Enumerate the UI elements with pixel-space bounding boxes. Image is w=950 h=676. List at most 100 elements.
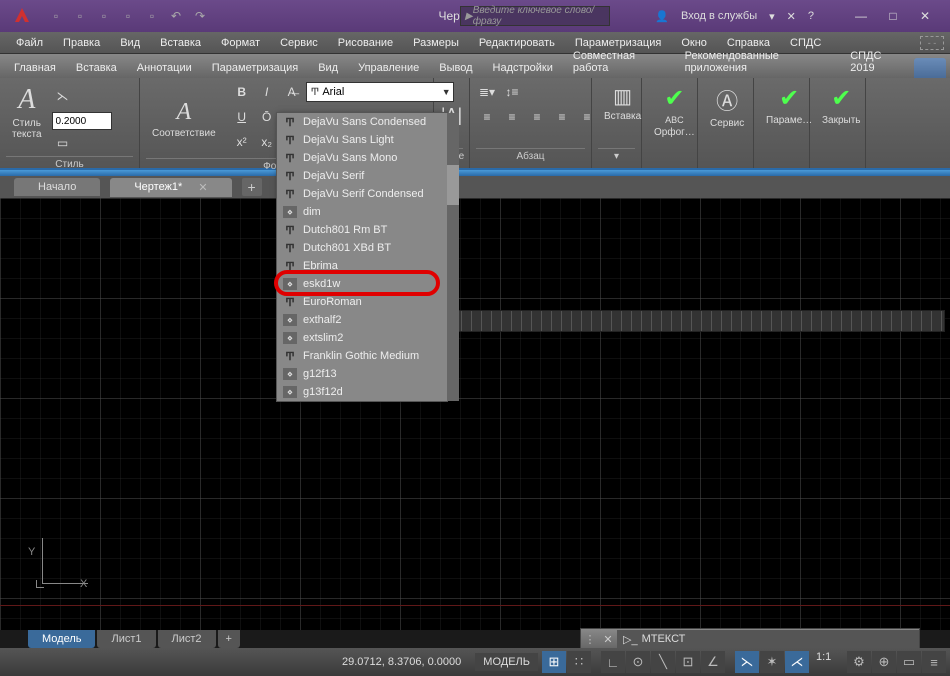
- menu-edit[interactable]: Правка: [53, 35, 110, 51]
- align-left-button[interactable]: ≡: [476, 107, 498, 127]
- cloud-icon[interactable]: ▾: [769, 10, 775, 23]
- font-option[interactable]: ͲDejaVu Serif: [277, 167, 447, 185]
- sb-gear-button[interactable]: ⚙: [847, 651, 871, 673]
- font-option[interactable]: ⋄dim: [277, 203, 447, 221]
- tab-param[interactable]: Параметризация: [202, 58, 308, 78]
- qat-open-icon[interactable]: ▫: [72, 8, 88, 24]
- font-option[interactable]: ͲEbrima: [277, 257, 447, 275]
- underline-button[interactable]: U: [231, 107, 253, 127]
- cmd-close-icon[interactable]: ✕: [599, 633, 617, 646]
- font-option[interactable]: ⋄g12f13: [277, 365, 447, 383]
- qat-print-icon[interactable]: ▫: [144, 8, 160, 24]
- font-option[interactable]: ⋄eskd1w: [277, 275, 447, 293]
- tab-model[interactable]: Модель: [28, 630, 95, 648]
- tab-view[interactable]: Вид: [308, 58, 348, 78]
- sb-custom-button[interactable]: ≡: [922, 651, 946, 673]
- scale-readout[interactable]: 1:1: [810, 651, 837, 673]
- close-editor-button[interactable]: ✔Закрыть: [816, 82, 867, 128]
- sb-iso-button[interactable]: ╲: [651, 651, 675, 673]
- font-option[interactable]: ͲEuroRoman: [277, 293, 447, 311]
- sb-annot-button[interactable]: ⋋: [735, 651, 759, 673]
- tab-addins[interactable]: Надстройки: [483, 58, 563, 78]
- app-logo[interactable]: [4, 0, 40, 32]
- status-model-button[interactable]: МОДЕЛЬ: [475, 653, 538, 671]
- bullets-button[interactable]: ≣▾: [476, 82, 498, 102]
- sb-osnap-button[interactable]: ⊡: [676, 651, 700, 673]
- tab-sheet2[interactable]: Лист2: [158, 630, 216, 648]
- doctab-add-button[interactable]: +: [242, 178, 262, 196]
- sb-ortho-button[interactable]: ∟: [601, 651, 625, 673]
- italic-button[interactable]: I: [256, 82, 278, 102]
- font-option[interactable]: ͲFranklin Gothic Medium: [277, 347, 447, 365]
- sb-polar-button[interactable]: ⊙: [626, 651, 650, 673]
- tab-output[interactable]: Вывод: [429, 58, 482, 78]
- qat-saveas-icon[interactable]: ▫: [120, 8, 136, 24]
- help-icon[interactable]: ?: [808, 10, 814, 22]
- login-link[interactable]: Вход в службы: [681, 10, 757, 22]
- drawing-canvas[interactable]: YX: [0, 198, 950, 630]
- annot-scale-icon[interactable]: ⋋: [52, 86, 74, 106]
- menu-service[interactable]: Сервис: [270, 35, 328, 51]
- sub-button[interactable]: x₂: [256, 132, 278, 152]
- mask-icon[interactable]: ▭: [52, 133, 74, 153]
- tab-add-sheet[interactable]: +: [218, 630, 240, 648]
- font-option[interactable]: ͲDejaVu Serif Condensed: [277, 185, 447, 203]
- doctab-start[interactable]: Начало: [14, 178, 100, 196]
- align-center-button[interactable]: ≡: [501, 107, 523, 127]
- sup-button[interactable]: x²: [231, 132, 253, 152]
- font-option[interactable]: ⋄extslim2: [277, 329, 447, 347]
- tab-insert[interactable]: Вставка: [66, 58, 127, 78]
- minimize-button[interactable]: —: [846, 5, 876, 27]
- match-button[interactable]: A Соответствие: [146, 97, 222, 141]
- sb-max-button[interactable]: ⊕: [872, 651, 896, 673]
- font-option[interactable]: ͲDejaVu Sans Condensed: [277, 113, 447, 131]
- text-height-input[interactable]: [52, 112, 112, 130]
- sb-scale-button[interactable]: ✶: [760, 651, 784, 673]
- tab-featured[interactable]: Рекомендованные приложения: [675, 46, 841, 78]
- doctab-drawing[interactable]: Чертеж1*✕: [110, 178, 231, 197]
- service-button[interactable]: ⒶСервис: [704, 82, 750, 131]
- sb-track-button[interactable]: ∠: [701, 651, 725, 673]
- font-select[interactable]: Ͳ Arial ▼: [306, 82, 454, 102]
- grip-icon[interactable]: ⋮: [581, 633, 599, 646]
- text-ruler[interactable]: [440, 310, 945, 332]
- tab-manage[interactable]: Управление: [348, 58, 429, 78]
- menu-dashbox[interactable]: - -: [920, 36, 944, 50]
- font-option[interactable]: ͲDejaVu Sans Mono: [277, 149, 447, 167]
- tab-annot[interactable]: Аннотации: [127, 58, 202, 78]
- search-input[interactable]: ▶ Введите ключевое слово/фразу: [460, 6, 610, 26]
- menu-insert[interactable]: Вставка: [150, 35, 211, 51]
- close-icon[interactable]: ✕: [198, 181, 207, 194]
- align-right-button[interactable]: ≡: [526, 107, 548, 127]
- align-just-button[interactable]: ≡: [551, 107, 573, 127]
- tab-spds[interactable]: СПДС 2019: [840, 46, 914, 78]
- tab-context-active[interactable]: [914, 58, 946, 78]
- qat-save-icon[interactable]: ▫: [96, 8, 112, 24]
- text-style-button[interactable]: A Стильтекста: [6, 82, 48, 142]
- menu-format[interactable]: Формат: [211, 35, 270, 51]
- sb-lock-button[interactable]: ▭: [897, 651, 921, 673]
- menu-draw[interactable]: Рисование: [328, 35, 403, 51]
- overline-button[interactable]: Ō: [256, 107, 278, 127]
- sb-snap-button[interactable]: ∷: [567, 651, 591, 673]
- spellcheck-button[interactable]: ✔ABCОрфог…: [648, 82, 701, 140]
- insert-button[interactable]: ▥Вставка: [598, 82, 647, 124]
- scrollbar-thumb[interactable]: [447, 165, 459, 205]
- menu-dims[interactable]: Размеры: [403, 35, 469, 51]
- account-icon[interactable]: 👤: [655, 10, 669, 23]
- font-option[interactable]: ͲDutch801 Rm BT: [277, 221, 447, 239]
- tab-collab[interactable]: Совместная работа: [563, 46, 675, 78]
- bold-button[interactable]: B: [231, 82, 253, 102]
- font-option[interactable]: ⋄g13f12d: [277, 383, 447, 401]
- exchange-icon[interactable]: ✕: [787, 10, 796, 23]
- qat-new-icon[interactable]: ▫: [48, 8, 64, 24]
- menu-file[interactable]: Файл: [6, 35, 53, 51]
- font-option[interactable]: ͲDejaVu Sans Light: [277, 131, 447, 149]
- close-button[interactable]: ✕: [910, 5, 940, 27]
- sb-grid-button[interactable]: ⊞: [542, 651, 566, 673]
- qat-redo-icon[interactable]: ↷: [192, 8, 208, 24]
- strike-button[interactable]: A̶: [281, 82, 303, 102]
- tab-home[interactable]: Главная: [4, 58, 66, 78]
- menu-modify[interactable]: Редактировать: [469, 35, 565, 51]
- qat-undo-icon[interactable]: ↶: [168, 8, 184, 24]
